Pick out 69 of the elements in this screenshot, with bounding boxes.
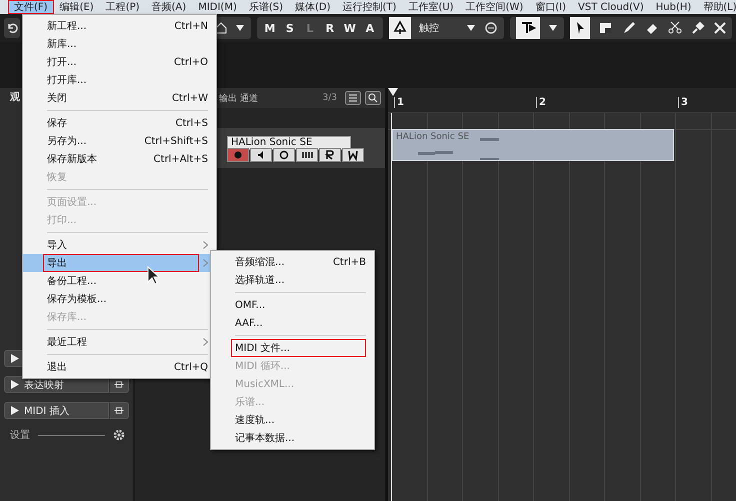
close-icon[interactable]: [714, 22, 726, 34]
dropdown-arrow-icon[interactable]: [466, 24, 476, 32]
bar-number: 3: [678, 97, 688, 108]
mode-button[interactable]: A: [360, 22, 380, 34]
menu-entry[interactable]: OMF...: [211, 296, 374, 314]
menu-entry[interactable]: 导入: [23, 236, 216, 254]
expand-icon: [11, 354, 19, 363]
expand-icon: [11, 406, 19, 415]
settings-label: 设置: [10, 428, 30, 442]
menu-entry[interactable]: 打开... Ctrl+O: [23, 53, 216, 71]
bar-number: 2: [536, 97, 546, 108]
menu-entry[interactable]: 保存 Ctrl+S: [23, 114, 216, 132]
dropdown-arrow-icon[interactable]: [548, 24, 558, 32]
menu-entry[interactable]: 保存新版本 Ctrl+Alt+S: [23, 150, 216, 168]
menu-entry[interactable]: 新工程... Ctrl+N: [23, 17, 216, 35]
pencil-icon[interactable]: [622, 21, 636, 35]
menu-item[interactable]: 工作室(U): [402, 0, 460, 14]
dropdown-arrow-icon[interactable]: [234, 24, 245, 32]
expand-icon: [11, 380, 19, 389]
speaker-icon[interactable]: [250, 148, 272, 162]
instrument-dropdown[interactable]: HALion Sonic SE: [227, 136, 351, 150]
pointer-icon[interactable]: [570, 17, 590, 39]
bar-number: 1: [394, 97, 404, 108]
menu-item[interactable]: 工作空间(W): [460, 0, 530, 14]
menu-item[interactable]: Hub(H): [650, 0, 698, 14]
search-icon[interactable]: [365, 91, 381, 105]
mouse-cursor-icon: [147, 266, 160, 285]
settings-icon[interactable]: [113, 429, 125, 441]
menu-entry[interactable]: 打开库...: [23, 71, 216, 89]
menu-item[interactable]: VST Cloud(V): [572, 0, 650, 14]
menu-entry[interactable]: 关闭 Ctrl+W: [23, 89, 216, 107]
menu-item[interactable]: 媒体(D): [289, 0, 337, 14]
menu-item[interactable]: 运行控制(T): [336, 0, 402, 14]
inspector-title: 观: [8, 90, 20, 104]
menu-item[interactable]: 音频(A): [146, 0, 192, 14]
range-icon[interactable]: [599, 21, 614, 35]
keyboard-icon[interactable]: [296, 148, 318, 162]
menu-entry[interactable]: 速度轨...: [211, 411, 374, 429]
menu-entry[interactable]: AAF...: [211, 314, 374, 332]
undo-icon[interactable]: [6, 22, 18, 34]
section-icon[interactable]: [109, 402, 129, 419]
event-name: HALion Sonic SE: [396, 132, 470, 142]
write-icon[interactable]: [342, 148, 364, 162]
read-icon[interactable]: [319, 148, 341, 162]
menu-item[interactable]: 帮助(L): [697, 0, 736, 14]
record-button-icon[interactable]: [227, 148, 249, 162]
list-icon[interactable]: [345, 91, 361, 105]
menu-entry[interactable]: 记事本数据...: [211, 429, 374, 447]
column-header: 输出 通道: [219, 92, 259, 104]
mode-button[interactable]: S: [280, 22, 300, 34]
menu-item[interactable]: 文件(F): [8, 0, 54, 14]
mode-button[interactable]: M: [260, 22, 280, 34]
menu-entry[interactable]: 选择轨道...: [211, 271, 374, 289]
mode-button[interactable]: R: [320, 22, 340, 34]
menu-item[interactable]: 窗口(I): [529, 0, 572, 14]
menu-item[interactable]: 乐谱(S): [242, 0, 290, 14]
track-count: 3/3: [322, 93, 337, 103]
menu-entry[interactable]: 新库...: [23, 35, 216, 53]
mode-button[interactable]: W: [340, 22, 360, 34]
menu-item[interactable]: 编辑(E): [54, 0, 100, 14]
menu-item[interactable]: 工程(P): [100, 0, 146, 14]
inspector-section[interactable]: MIDI 插入: [4, 402, 109, 419]
scissors-icon[interactable]: [668, 21, 682, 35]
snap-icon[interactable]: [516, 17, 540, 39]
menu-entry[interactable]: 另存为... Ctrl+Shift+S: [23, 132, 216, 150]
menu-item[interactable]: MIDI(M): [192, 0, 243, 14]
home-icon[interactable]: [214, 22, 227, 34]
eraser-icon[interactable]: [645, 21, 660, 35]
automation-icon: [388, 17, 411, 39]
